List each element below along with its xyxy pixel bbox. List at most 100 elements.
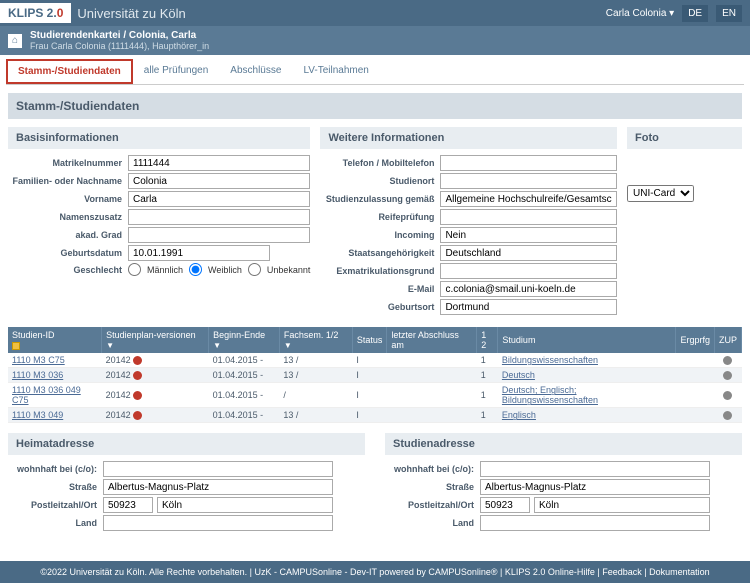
section-basis: Basisinformationen	[8, 127, 310, 149]
lang-de[interactable]: DE	[682, 5, 708, 22]
input-exmat[interactable]	[440, 263, 617, 279]
input-zulass[interactable]	[440, 191, 617, 207]
label-exmat: Exmatrikulationsgrund	[320, 266, 440, 276]
input-email[interactable]	[440, 281, 617, 297]
sort-down-icon: ▼	[213, 341, 221, 350]
input-geburt[interactable]	[128, 245, 270, 261]
input-telefon[interactable]	[440, 155, 617, 171]
tab-abschluesse[interactable]: Abschlüsse	[219, 59, 292, 84]
input-vorname[interactable]	[128, 191, 310, 207]
status-dot-icon	[133, 411, 142, 420]
tab-bar: Stamm-/Studiendaten alle Prüfungen Absch…	[6, 59, 744, 85]
radio-maennlich[interactable]	[128, 263, 141, 276]
th-studium[interactable]: Studium	[498, 327, 676, 353]
table-row: 1110 M3 036 049 C7520142 01.04.2015 -/I1…	[8, 383, 742, 408]
label-studien-strasse: Straße	[385, 482, 480, 492]
studium-link[interactable]: Deutsch	[502, 370, 535, 380]
tab-stammdaten[interactable]: Stamm-/Studiendaten	[6, 59, 133, 84]
input-matrikel[interactable]	[128, 155, 310, 171]
studien-table: Studien-ID Studienplan-versionen ▼ Begin…	[8, 327, 742, 423]
input-heimat-plz[interactable]	[103, 497, 153, 513]
footer: ©2022 Universität zu Köln. Alle Rechte v…	[0, 561, 750, 583]
status-dot-icon	[133, 371, 142, 380]
th-id[interactable]: Studien-ID	[8, 327, 102, 353]
app-logo: KLIPS 2.0	[0, 3, 71, 23]
footer-text: ©2022 Universität zu Köln. Alle Rechte v…	[40, 567, 709, 577]
breadcrumb-title: Studierendenkartei / Colonia, Carla	[30, 30, 209, 41]
label-incoming: Incoming	[320, 230, 440, 240]
breadcrumb-sub: Frau Carla Colonia (1111444), Haupthörer…	[30, 41, 209, 51]
page-title: Stamm-/Studiendaten	[8, 93, 742, 119]
select-foto[interactable]: UNI-Card	[627, 185, 694, 202]
user-menu[interactable]: Carla Colonia ▾	[606, 8, 674, 19]
table-row: 1110 M3 C7520142 01.04.2015 -13 /I1Bildu…	[8, 353, 742, 368]
studium-link[interactable]: Bildungswissenschaften	[502, 355, 598, 365]
input-studienort[interactable]	[440, 173, 617, 189]
zup-dot-icon	[723, 391, 732, 400]
label-staat: Staatsangehörigkeit	[320, 248, 440, 258]
label-studienort: Studienort	[320, 176, 440, 186]
label-heimat-plz: Postleitzahl/Ort	[8, 500, 103, 510]
input-heimat-strasse[interactable]	[103, 479, 333, 495]
input-incoming[interactable]	[440, 227, 617, 243]
studien-id-link[interactable]: 1110 M3 C75	[12, 355, 65, 365]
sort-icon[interactable]	[12, 342, 20, 350]
th-fachsem[interactable]: Fachsem. 1/2 ▼	[279, 327, 352, 353]
input-studien-strasse[interactable]	[480, 479, 710, 495]
top-bar: KLIPS 2.0 Universität zu Köln Carla Colo…	[0, 0, 750, 26]
studien-id-link[interactable]: 1110 M3 036 049 C75	[12, 385, 81, 405]
section-weitere: Weitere Informationen	[320, 127, 617, 149]
studium-link[interactable]: Deutsch; Englisch; Bildungswissenschafte…	[502, 385, 598, 405]
th-status[interactable]: Status	[352, 327, 387, 353]
input-heimat-co[interactable]	[103, 461, 333, 477]
label-vorname: Vorname	[8, 194, 128, 204]
table-row: 1110 M3 04920142 01.04.2015 -13 /I1Engli…	[8, 408, 742, 423]
label-studien-co: wohnhaft bei (c/o):	[385, 464, 480, 474]
label-zulass: Studienzulassung gemäß	[320, 194, 440, 204]
breadcrumb-bar: ⌂ Studierendenkartei / Colonia, Carla Fr…	[0, 26, 750, 55]
th-plan[interactable]: Studienplan-versionen ▼	[102, 327, 209, 353]
sort-down-icon: ▼	[106, 341, 114, 350]
th-zup[interactable]: ZUP	[714, 327, 741, 353]
zup-dot-icon	[723, 411, 732, 420]
section-studien: Studienadresse	[385, 433, 742, 455]
input-studien-plz[interactable]	[480, 497, 530, 513]
th-beginn[interactable]: Beginn-Ende ▼	[209, 327, 280, 353]
label-reife: Reifeprüfung	[320, 212, 440, 222]
university-name: Universität zu Köln	[77, 6, 185, 21]
input-namenszusatz[interactable]	[128, 209, 310, 225]
th-abschl[interactable]: letzter Abschluss am	[387, 327, 477, 353]
input-heimat-ort[interactable]	[157, 497, 333, 513]
input-heimat-land[interactable]	[103, 515, 333, 531]
label-heimat-strasse: Straße	[8, 482, 103, 492]
label-telefon: Telefon / Mobiltelefon	[320, 158, 440, 168]
label-email: E-Mail	[320, 284, 440, 294]
radio-unbekannt[interactable]	[248, 263, 261, 276]
zup-dot-icon	[723, 356, 732, 365]
input-studien-ort[interactable]	[534, 497, 710, 513]
studien-id-link[interactable]: 1110 M3 049	[12, 410, 63, 420]
sort-down-icon: ▼	[284, 341, 292, 350]
input-studien-co[interactable]	[480, 461, 710, 477]
home-icon[interactable]: ⌂	[8, 34, 22, 48]
studium-link[interactable]: Englisch	[502, 410, 536, 420]
label-geburt: Geburtsdatum	[8, 248, 128, 258]
table-row: 1110 M3 03620142 01.04.2015 -13 /I1Deuts…	[8, 368, 742, 383]
input-gebort[interactable]	[440, 299, 617, 315]
tab-pruefungen[interactable]: alle Prüfungen	[133, 59, 220, 84]
th-12[interactable]: 1 2	[477, 327, 498, 353]
radio-weiblich[interactable]	[189, 263, 202, 276]
label-studien-plz: Postleitzahl/Ort	[385, 500, 480, 510]
input-akadgrad[interactable]	[128, 227, 310, 243]
input-reife[interactable]	[440, 209, 617, 225]
input-studien-land[interactable]	[480, 515, 710, 531]
th-erg[interactable]: Ergprfg	[676, 327, 715, 353]
input-nachname[interactable]	[128, 173, 310, 189]
label-heimat-land: Land	[8, 518, 103, 528]
label-nachname: Familien- oder Nachname	[8, 176, 128, 186]
input-staat[interactable]	[440, 245, 617, 261]
label-gebort: Geburtsort	[320, 302, 440, 312]
lang-en[interactable]: EN	[716, 5, 742, 22]
tab-lvteilnahmen[interactable]: LV-Teilnahmen	[292, 59, 379, 84]
studien-id-link[interactable]: 1110 M3 036	[12, 370, 63, 380]
